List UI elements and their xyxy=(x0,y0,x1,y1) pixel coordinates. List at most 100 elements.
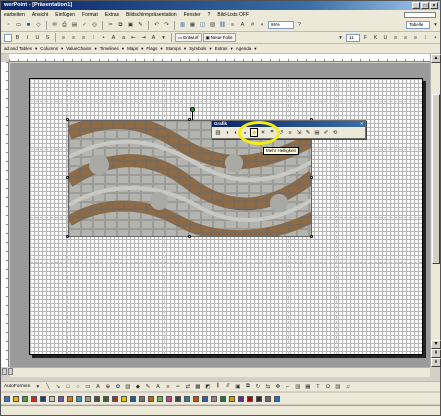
expand-all-icon[interactable]: ≡ xyxy=(228,21,237,30)
compress-pictures-icon[interactable]: ⇲ xyxy=(295,128,303,137)
vertical-scrollbar[interactable]: ▲ ▼ ⇞ ⇟ xyxy=(430,54,441,367)
order-icon[interactable]: ⧉ xyxy=(243,382,252,391)
more-contrast-icon[interactable]: ◐ xyxy=(232,128,240,137)
dropdown-arrow-icon[interactable]: ▾ xyxy=(230,46,232,52)
dropdown-arrow-icon[interactable]: ▾ xyxy=(33,382,42,391)
more-brightness-icon[interactable]: ☼ xyxy=(250,128,258,137)
open-icon[interactable]: ▭ xyxy=(14,21,23,30)
line-style-icon[interactable]: ≡ xyxy=(163,382,172,391)
slide-sorter-button[interactable] xyxy=(8,368,13,375)
show-formatting-icon[interactable]: A xyxy=(238,21,247,30)
diagram-icon[interactable]: ⊕ xyxy=(103,382,112,391)
symbol-icon[interactable]: Ω xyxy=(323,382,332,391)
color-swatch[interactable] xyxy=(229,395,235,402)
print-preview-icon[interactable]: ▤ xyxy=(70,21,79,30)
dropdown-arrow-icon[interactable]: ▾ xyxy=(94,46,96,52)
new-icon[interactable]: ▫ xyxy=(4,21,13,30)
reset-picture-icon[interactable]: ⟲ xyxy=(331,128,339,137)
research-icon[interactable]: ◎ xyxy=(90,21,99,30)
autoshapes-menu[interactable]: AutoFormen xyxy=(4,384,30,389)
close-icon[interactable]: × xyxy=(360,121,363,127)
menu-ansicht[interactable]: Ansicht xyxy=(32,12,48,18)
previous-slide-icon[interactable]: ⇞ xyxy=(431,349,441,358)
image-icon[interactable]: ▨ xyxy=(333,382,342,391)
vertical-ruler[interactable] xyxy=(1,62,9,367)
font-color-icon[interactable]: A xyxy=(149,33,158,42)
copy-icon[interactable]: ⧉ xyxy=(116,21,125,30)
rectangle-icon[interactable]: □ xyxy=(63,382,72,391)
color-swatch[interactable] xyxy=(112,395,118,402)
decrease-font-icon[interactable]: a xyxy=(119,33,128,42)
increase-font-icon[interactable]: A xyxy=(109,33,118,42)
addin-columns[interactable]: Columns xyxy=(40,46,58,51)
font-size-combo[interactable]: 11 xyxy=(346,33,360,42)
zoom-select[interactable]: 86% xyxy=(268,21,294,29)
italic-icon[interactable]: I xyxy=(23,33,32,42)
fill-color-icon[interactable]: ◆ xyxy=(133,382,142,391)
flip-icon[interactable]: ⇆ xyxy=(263,382,272,391)
insert-table-icon[interactable]: ▦ xyxy=(188,21,197,30)
dropdown-arrow-icon[interactable]: ▾ xyxy=(336,33,345,42)
normal-view-button[interactable] xyxy=(2,368,7,375)
dropdown-arrow-icon[interactable]: ▾ xyxy=(431,21,440,30)
numbering-icon[interactable]: ⁝ xyxy=(89,33,98,42)
color-swatch[interactable] xyxy=(247,395,253,402)
color-swatch[interactable] xyxy=(49,395,55,402)
menu-bild-lists[interactable]: Bild-Lists OFF xyxy=(217,12,249,18)
line-style-icon[interactable]: ≡ xyxy=(286,128,294,137)
dropdown-arrow-icon[interactable]: ▾ xyxy=(184,46,186,52)
text-icon[interactable]: T xyxy=(313,382,322,391)
addin-tables[interactable]: ad and Tables xyxy=(4,46,32,51)
color-swatch[interactable] xyxy=(22,395,28,402)
color-swatch[interactable] xyxy=(58,395,64,402)
menu-bearbeiten[interactable]: earbeiten xyxy=(4,12,25,18)
media-icon[interactable]: ♫ xyxy=(343,382,352,391)
insert-picture-icon[interactable]: ▧ xyxy=(208,21,217,30)
bold-icon[interactable]: B xyxy=(13,33,22,42)
color-swatch[interactable] xyxy=(166,395,172,402)
color-swatch[interactable] xyxy=(94,395,100,402)
insert-picture-icon[interactable]: ▧ xyxy=(214,128,222,137)
indent-right-icon[interactable]: ⇥ xyxy=(139,33,148,42)
font-name-combo[interactable] xyxy=(4,33,12,42)
addin-stamps[interactable]: Stamps xyxy=(166,46,181,51)
rotate-icon[interactable]: ↻ xyxy=(253,382,262,391)
indent-left-icon[interactable]: ⇤ xyxy=(129,33,138,42)
align-icon[interactable]: ≡ xyxy=(411,33,420,42)
redo-icon[interactable]: ↷ xyxy=(162,21,171,30)
dropdown-arrow-icon[interactable]: ▾ xyxy=(159,33,168,42)
addin-maps[interactable]: Maps xyxy=(127,46,138,51)
crop-icon[interactable]: ⌗ xyxy=(268,128,276,137)
dropdown-arrow-icon[interactable]: ▾ xyxy=(209,46,211,52)
dropdown-arrow-icon[interactable]: ▾ xyxy=(122,46,124,52)
picture-icon[interactable]: ▧ xyxy=(123,382,132,391)
menu-extras[interactable]: Extras xyxy=(105,12,119,18)
spelling-icon[interactable]: ✓ xyxy=(80,21,89,30)
hyperlink-icon[interactable]: ⛓ xyxy=(218,21,227,30)
save-icon[interactable]: ■ xyxy=(24,21,33,30)
3d-style-icon[interactable]: ◩ xyxy=(203,382,212,391)
menu-format[interactable]: Format xyxy=(82,12,98,18)
arrow-icon[interactable]: ↘ xyxy=(53,382,62,391)
addin-valuechains[interactable]: ValueChains xyxy=(66,46,91,51)
resize-handle[interactable] xyxy=(188,235,191,238)
bold-icon[interactable]: F xyxy=(361,33,370,42)
horizontal-ruler[interactable] xyxy=(9,54,431,62)
help-icon[interactable]: ? xyxy=(295,21,304,30)
design-button[interactable]: ▭ Entwurf xyxy=(175,33,202,42)
chart-icon[interactable]: ▥ xyxy=(293,382,302,391)
list-icon[interactable]: ⁝ xyxy=(421,33,430,42)
minimize-button[interactable]: _ xyxy=(412,2,420,9)
bullets-icon[interactable]: • xyxy=(99,33,108,42)
resize-handle[interactable] xyxy=(66,235,69,238)
dash-style-icon[interactable]: ┅ xyxy=(173,382,182,391)
color-swatch[interactable] xyxy=(274,395,280,402)
color-swatch[interactable] xyxy=(220,395,226,402)
textbox-icon[interactable]: ▭ xyxy=(83,382,92,391)
align-center-icon[interactable]: ≡ xyxy=(69,33,78,42)
grid-icon[interactable]: # xyxy=(248,21,257,30)
dropdown-arrow-icon[interactable]: ▾ xyxy=(35,46,37,52)
color-icon[interactable]: ◑ xyxy=(223,128,231,137)
help-search-input[interactable] xyxy=(404,11,436,18)
email-icon[interactable]: ✉ xyxy=(50,21,59,30)
